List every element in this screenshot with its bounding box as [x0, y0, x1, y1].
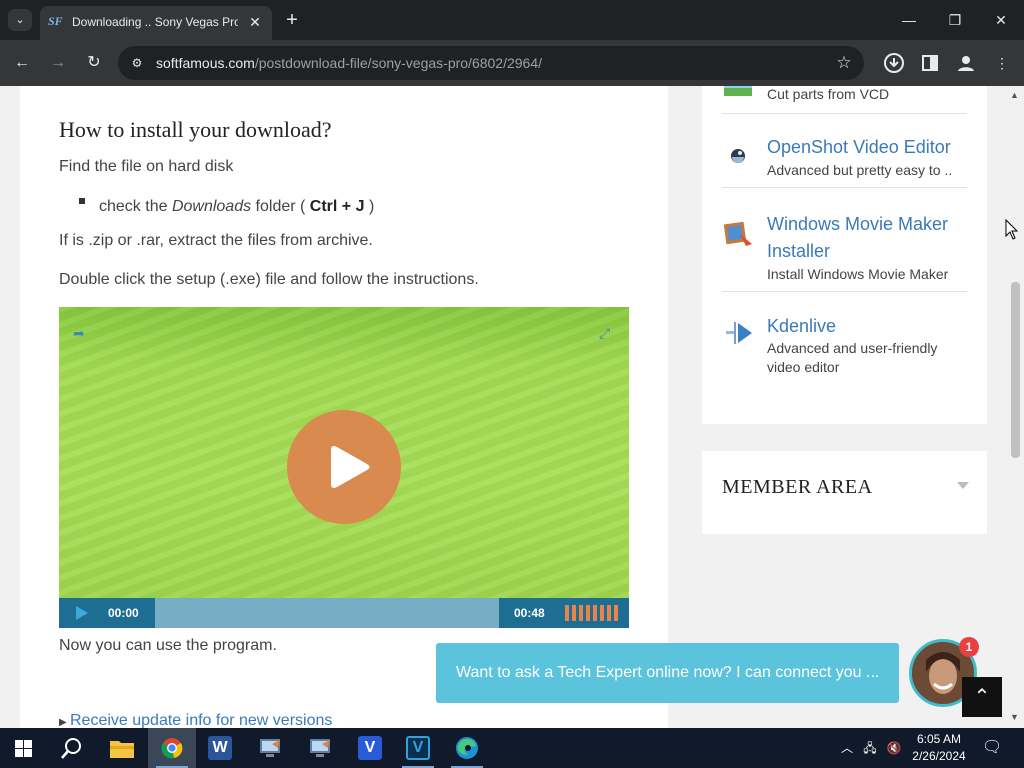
- notifications-icon[interactable]: 🗨: [982, 739, 1002, 757]
- chevron-up-icon[interactable]: ︿: [838, 739, 856, 757]
- volume-muted-icon[interactable]: 🔇: [885, 739, 903, 757]
- app-icon[interactable]: [296, 728, 344, 768]
- movie-maker-icon: [723, 221, 752, 246]
- member-area-card[interactable]: MEMBER AREA: [702, 451, 987, 534]
- download-icon[interactable]: [882, 51, 906, 75]
- clock-date: 2/26/2024: [912, 749, 966, 763]
- openshot-icon: [731, 149, 745, 163]
- app-icon[interactable]: [246, 728, 294, 768]
- item-desc: Advanced and user-friendly video editor: [767, 340, 938, 375]
- search-icon[interactable]: [48, 728, 96, 768]
- chevron-down-icon[interactable]: [957, 482, 969, 489]
- url-text[interactable]: softfamous.com/postdownload-file/sony-ve…: [156, 55, 542, 71]
- seek-bar[interactable]: [155, 598, 499, 628]
- install-heading: How to install your download?: [59, 117, 332, 142]
- step-downloads-folder: check the Downloads folder ( Ctrl + J ): [99, 198, 375, 215]
- caret-right-icon: ▶: [59, 717, 67, 728]
- step-run-setup: Double click the setup (.exe) file and f…: [59, 271, 479, 288]
- page-scrollbar[interactable]: ▲ ▼: [1007, 86, 1024, 728]
- item-desc: Advanced but pretty easy to ..: [767, 162, 953, 178]
- network-icon[interactable]: 🖧: [861, 739, 879, 757]
- file-explorer-icon[interactable]: [98, 728, 146, 768]
- forward-icon[interactable]: →: [47, 52, 69, 74]
- video-player[interactable]: ➦ ⤢ 00:00 00:48: [59, 307, 629, 628]
- kdenlive-icon: [726, 322, 752, 344]
- item-title[interactable]: OpenShot Video Editor: [767, 134, 977, 161]
- bullet-marker: [79, 198, 85, 204]
- share-icon[interactable]: ➦: [73, 325, 89, 341]
- related-software-card: 3 Cut parts from VCD OpenShot Video Edit…: [702, 86, 987, 424]
- sidebar-icon[interactable]: [918, 51, 942, 75]
- update-info-link[interactable]: Receive update info for new versions: [70, 712, 332, 728]
- video-controls: 00:00 00:48: [59, 598, 629, 628]
- chat-text[interactable]: Want to ask a Tech Expert online now? I …: [456, 664, 879, 682]
- current-time: 00:00: [108, 606, 139, 620]
- step-find-file: Find the file on hard disk: [59, 158, 234, 175]
- favicon-icon: SF: [48, 14, 63, 28]
- mouse-cursor-icon: [1005, 219, 1019, 240]
- edge-icon[interactable]: [443, 728, 491, 768]
- plus-icon[interactable]: +: [282, 10, 302, 30]
- vcd-cutter-icon: 3: [724, 86, 752, 96]
- clock[interactable]: 6:05 AM 2/26/2024: [906, 731, 972, 765]
- scroll-up-icon[interactable]: ▲: [1010, 90, 1019, 100]
- duration: 00:48: [514, 606, 545, 620]
- item-desc: Cut parts from VCD: [767, 86, 890, 102]
- back-to-top-icon[interactable]: ⌃: [962, 677, 1002, 717]
- divider: [722, 187, 967, 188]
- item-title[interactable]: Windows Movie Maker Installer: [767, 211, 977, 265]
- volume-icon[interactable]: [565, 605, 619, 621]
- minimize-icon[interactable]: —: [897, 8, 921, 32]
- tab-title: Downloading .. Sony Vegas Pro: [72, 15, 238, 29]
- tab-strip: ⌄ SF Downloading .. Sony Vegas Pro ✕ + —…: [0, 0, 1024, 40]
- play-button[interactable]: [287, 410, 401, 524]
- chrome-icon[interactable]: [148, 728, 196, 768]
- vegas-pro-icon[interactable]: V: [394, 728, 442, 768]
- scrollbar-thumb[interactable]: [1011, 282, 1020, 458]
- start-icon[interactable]: [0, 728, 48, 768]
- play-icon[interactable]: [75, 605, 89, 621]
- close-icon[interactable]: ✕: [246, 13, 264, 31]
- address-bar[interactable]: ⚙ softfamous.com/postdownload-file/sony-…: [118, 46, 864, 80]
- svg-text:3: 3: [740, 86, 745, 88]
- restore-icon[interactable]: ❐: [943, 8, 967, 32]
- step-extract: If is .zip or .rar, extract the files fr…: [59, 232, 373, 249]
- site-info-icon[interactable]: ⚙: [128, 54, 146, 72]
- done-text: Now you can use the program.: [59, 637, 277, 654]
- item-desc: Install Windows Movie Maker: [767, 266, 949, 282]
- profile-icon[interactable]: [954, 51, 978, 75]
- vegas-icon[interactable]: V: [346, 728, 394, 768]
- fullscreen-icon[interactable]: ⤢: [599, 325, 615, 341]
- item-title[interactable]: Kdenlive: [767, 313, 977, 340]
- back-icon[interactable]: ←: [11, 52, 33, 74]
- notification-badge: 1: [959, 637, 979, 657]
- menu-icon[interactable]: ⋮: [990, 51, 1014, 75]
- word-icon[interactable]: W: [196, 728, 244, 768]
- clock-time: 6:05 AM: [916, 732, 962, 746]
- divider: [722, 113, 967, 114]
- reload-icon[interactable]: ↻: [83, 52, 105, 74]
- window-close-icon[interactable]: ✕: [989, 8, 1013, 32]
- tab-search-icon[interactable]: ⌄: [8, 9, 32, 31]
- install-card: How to install your download? Find the f…: [20, 86, 668, 728]
- scroll-down-icon[interactable]: ▼: [1010, 712, 1019, 722]
- page-viewport: How to install your download? Find the f…: [0, 86, 1024, 728]
- star-icon[interactable]: ☆: [834, 53, 854, 73]
- taskbar: W V V ︿ 🖧 🔇 6:05 AM 2/26/2024 🗨: [0, 728, 1024, 768]
- member-area-title: MEMBER AREA: [722, 476, 873, 498]
- tab-active[interactable]: SF Downloading .. Sony Vegas Pro ✕: [40, 6, 272, 40]
- divider: [722, 291, 967, 292]
- browser-toolbar: ← → ↻ ⚙ softfamous.com/postdownload-file…: [0, 40, 1024, 86]
- chat-prompt[interactable]: Want to ask a Tech Expert online now? I …: [436, 643, 899, 703]
